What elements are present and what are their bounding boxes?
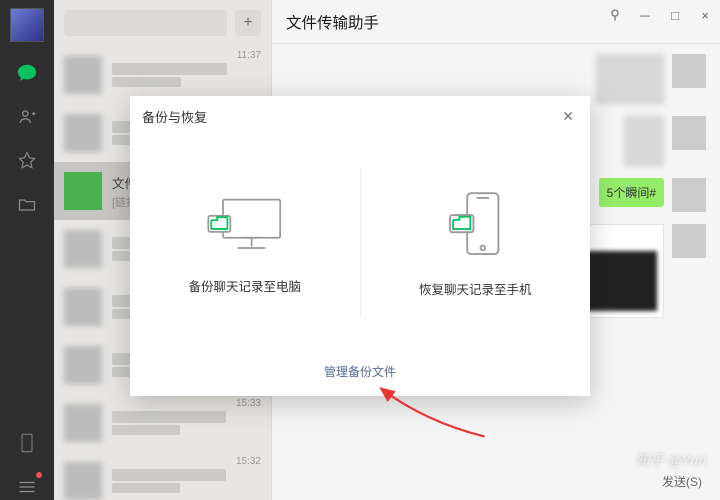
modal-close-button[interactable]: ✕: [558, 106, 578, 127]
backup-restore-modal: 备份与恢复 ✕ 备份聊天记录至电脑: [130, 96, 590, 396]
backup-to-pc-option[interactable]: 备份聊天记录至电脑: [130, 190, 360, 295]
modal-title: 备份与恢复: [142, 107, 207, 126]
manage-backup-link[interactable]: 管理备份文件: [324, 363, 396, 380]
backup-option-label: 备份聊天记录至电脑: [188, 276, 301, 295]
restore-to-phone-option[interactable]: 恢复聊天记录至手机: [361, 187, 591, 298]
restore-option-label: 恢复聊天记录至手机: [419, 279, 532, 298]
